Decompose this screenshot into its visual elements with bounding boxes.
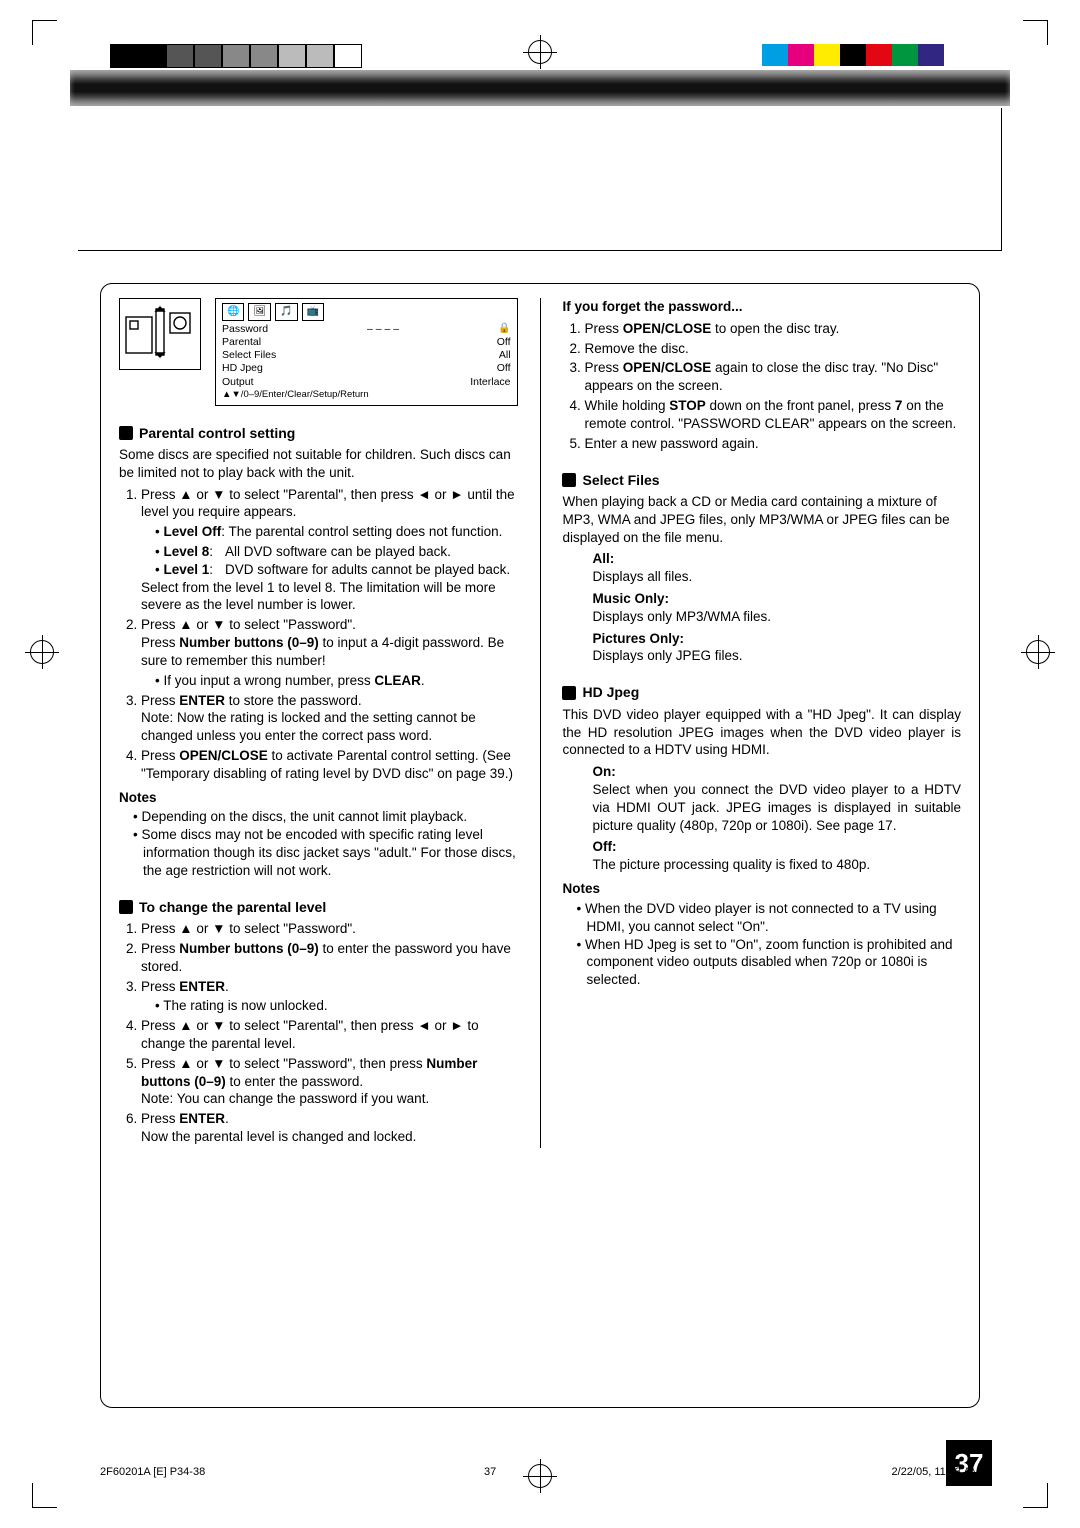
osd-hint: ▲▼/0–9/Enter/Clear/Setup/Return bbox=[222, 389, 511, 401]
heading-forget-password: If you forget the password... bbox=[562, 299, 742, 314]
registration-mark-icon bbox=[30, 640, 54, 664]
display-icon: 📺 bbox=[302, 303, 324, 321]
grayscale-swatches bbox=[110, 44, 362, 68]
heading-select-files: Select Files bbox=[562, 471, 961, 489]
globe-icon: 🌐 bbox=[222, 303, 244, 321]
footer: 2F60201A [E] P34-38 37 2/22/05, 11:13 AM bbox=[100, 1466, 980, 1478]
footer-timestamp: 2/22/05, 11:13 AM bbox=[892, 1466, 980, 1478]
registration-mark-icon bbox=[1026, 640, 1050, 664]
picture-icon: 🖼 bbox=[248, 303, 271, 321]
device-illustration-icon bbox=[119, 298, 201, 370]
page-number: 37 bbox=[946, 1440, 992, 1486]
parental-steps: Press ▲ or ▼ to select "Parental", then … bbox=[119, 486, 518, 783]
osd-preview: 🌐 🖼 🎵 📺 Password– – – –🔒ParentalOffSelec… bbox=[215, 298, 518, 406]
header-rule bbox=[78, 250, 1002, 251]
gradient-bar bbox=[70, 70, 1010, 106]
heading-hd-jpeg: HD Jpeg bbox=[562, 683, 961, 701]
parental-notes: Notes Depending on the discs, the unit c… bbox=[119, 789, 518, 880]
hd-jpeg-intro: This DVD video player equipped with a "H… bbox=[562, 706, 961, 759]
column-left: 🌐 🖼 🎵 📺 Password– – – –🔒ParentalOffSelec… bbox=[119, 298, 518, 1389]
footer-page: 37 bbox=[484, 1466, 496, 1478]
select-files-options: All:Displays all files. Music Only:Displ… bbox=[562, 550, 961, 665]
hd-jpeg-notes: Notes When the DVD video player is not c… bbox=[562, 880, 961, 989]
column-right: If you forget the password... Press OPEN… bbox=[562, 298, 961, 1389]
footer-doc-id: 2F60201A [E] P34-38 bbox=[100, 1466, 205, 1478]
audio-icon: 🎵 bbox=[275, 303, 297, 321]
column-divider bbox=[540, 298, 541, 1148]
parental-intro: Some discs are specified not suitable fo… bbox=[119, 446, 518, 482]
hd-jpeg-options: On:Select when you connect the DVD video… bbox=[562, 763, 961, 874]
header-rule-right bbox=[1001, 108, 1002, 250]
heading-parental-control: Parental control setting bbox=[119, 424, 518, 442]
registration-mark-icon bbox=[528, 40, 552, 64]
color-swatches bbox=[762, 44, 970, 66]
select-files-intro: When playing back a CD or Media card con… bbox=[562, 493, 961, 546]
content-frame: 🌐 🖼 🎵 📺 Password– – – –🔒ParentalOffSelec… bbox=[100, 283, 980, 1408]
change-level-steps: Press ▲ or ▼ to select "Password". Press… bbox=[119, 920, 518, 1146]
heading-change-level: To change the parental level bbox=[119, 898, 518, 916]
forget-password-steps: Press OPEN/CLOSE to open the disc tray. … bbox=[562, 320, 961, 453]
